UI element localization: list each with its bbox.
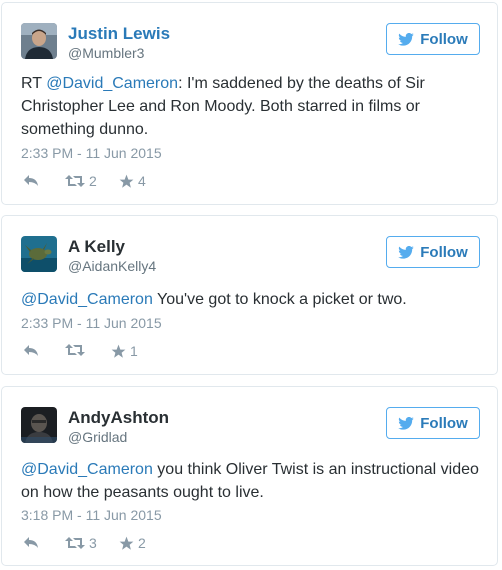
follow-button[interactable]: Follow [386,236,480,268]
user-handle[interactable]: @AidanKelly4 [68,258,156,274]
bird-icon [398,32,415,46]
reply-button[interactable] [23,343,39,357]
retweet-icon [65,343,85,357]
reply-button[interactable] [23,173,39,187]
user-name[interactable]: AndyAshton [68,408,169,428]
star-icon [119,536,134,551]
bird-icon [398,416,415,430]
reply-button[interactable] [23,535,39,549]
tweet-actions: 2 4 [23,173,223,191]
tweet-card: AndyAshton @Gridlad Follow @David_Camero… [1,386,498,566]
tweet-card: A Kelly @AidanKelly4 Follow @David_Camer… [1,215,498,375]
tweet-card: Justin Lewis @Mumbler3 Follow RT @David_… [1,2,498,205]
follow-label: Follow [420,243,468,261]
retweet-count: 3 [89,535,97,551]
retweet-icon [65,536,85,550]
favorite-count: 1 [130,343,138,359]
tweet-text: @David_Cameron You've got to knock a pic… [21,288,481,311]
reply-icon [23,343,39,357]
follow-label: Follow [420,414,468,432]
favorite-button[interactable]: 4 [119,173,146,189]
user-handle[interactable]: @Mumbler3 [68,45,144,61]
favorite-count: 4 [138,173,146,189]
retweet-button[interactable]: 2 [65,173,97,189]
reply-icon [23,535,39,549]
tweet-actions: 1 [23,343,223,361]
follow-label: Follow [420,30,468,48]
user-name[interactable]: Justin Lewis [68,24,170,44]
user-handle[interactable]: @Gridlad [68,429,127,445]
tweet-text-prefix: RT [21,75,47,92]
favorite-button[interactable]: 1 [111,343,138,359]
tweet-actions: 3 2 [23,535,223,553]
tweet-text: RT @David_Cameron: I'm saddened by the d… [21,72,481,141]
tweet-feed: Justin Lewis @Mumbler3 Follow RT @David_… [0,0,502,570]
bird-icon [398,245,415,259]
retweet-count: 2 [89,173,97,189]
avatar[interactable] [21,407,57,443]
timestamp[interactable]: 3:18 PM - 11 Jun 2015 [21,507,162,523]
timestamp[interactable]: 2:33 PM - 11 Jun 2015 [21,315,162,331]
mention-link[interactable]: @David_Cameron [46,75,178,92]
star-icon [119,174,134,189]
mention-link[interactable]: @David_Cameron [21,291,153,308]
user-name[interactable]: A Kelly [68,237,125,257]
retweet-icon [65,174,85,188]
reply-icon [23,173,39,187]
avatar[interactable] [21,23,57,59]
favorite-count: 2 [138,535,146,551]
favorite-button[interactable]: 2 [119,535,146,551]
retweet-button[interactable]: 3 [65,535,97,551]
tweet-text-body: You've got to knock a picket or two. [152,291,407,308]
mention-link[interactable]: @David_Cameron [21,461,153,478]
timestamp[interactable]: 2:33 PM - 11 Jun 2015 [21,145,162,161]
star-icon [111,344,126,359]
follow-button[interactable]: Follow [386,407,480,439]
tweet-text: @David_Cameron you think Oliver Twist is… [21,458,481,504]
avatar[interactable] [21,236,57,272]
retweet-button[interactable] [65,343,89,357]
follow-button[interactable]: Follow [386,23,480,55]
